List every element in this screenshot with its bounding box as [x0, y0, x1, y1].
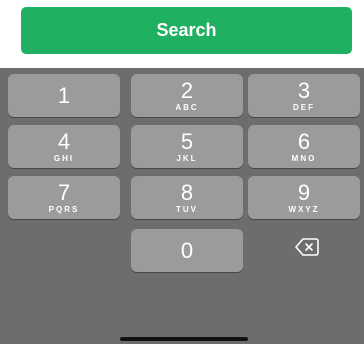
key-2[interactable]: 2 ABC	[131, 74, 243, 117]
key-8-letters: TUV	[176, 205, 198, 214]
search-button[interactable]: Search	[21, 7, 352, 54]
key-6-letters: MNO	[291, 154, 317, 163]
key-2-digit: 2	[180, 78, 194, 103]
key-1-digit: 1	[57, 83, 71, 108]
key-0[interactable]: 0	[131, 229, 243, 272]
key-4-digit: 4	[57, 129, 71, 154]
key-3[interactable]: 3 DEF	[248, 74, 360, 117]
key-9-digit: 9	[297, 180, 311, 205]
home-indicator	[120, 337, 248, 341]
key-7[interactable]: 7 PQRS	[8, 176, 120, 219]
key-4[interactable]: 4 GHI	[8, 125, 120, 168]
key-4-letters: GHI	[53, 154, 75, 163]
key-8-digit: 8	[180, 180, 194, 205]
search-bar-area: Search	[0, 0, 364, 68]
key-5-letters: JKL	[176, 154, 198, 163]
key-7-digit: 7	[57, 180, 71, 205]
key-0-digit: 0	[180, 238, 194, 263]
numeric-keypad: 1 2 ABC 3 DEF 4 GHI 5 JKL 6 MNO 7 PQRS 8…	[0, 68, 364, 344]
key-9-letters: WXYZ	[288, 205, 320, 214]
key-2-letters: ABC	[175, 103, 199, 112]
key-7-letters: PQRS	[48, 205, 80, 214]
key-5-digit: 5	[180, 129, 194, 154]
backspace-button[interactable]	[294, 235, 320, 259]
key-1[interactable]: 1	[8, 74, 120, 117]
backspace-icon	[295, 238, 319, 256]
key-6[interactable]: 6 MNO	[248, 125, 360, 168]
key-6-digit: 6	[297, 129, 311, 154]
key-8[interactable]: 8 TUV	[131, 176, 243, 219]
key-5[interactable]: 5 JKL	[131, 125, 243, 168]
key-9[interactable]: 9 WXYZ	[248, 176, 360, 219]
key-3-letters: DEF	[293, 103, 315, 112]
key-3-digit: 3	[297, 78, 311, 103]
